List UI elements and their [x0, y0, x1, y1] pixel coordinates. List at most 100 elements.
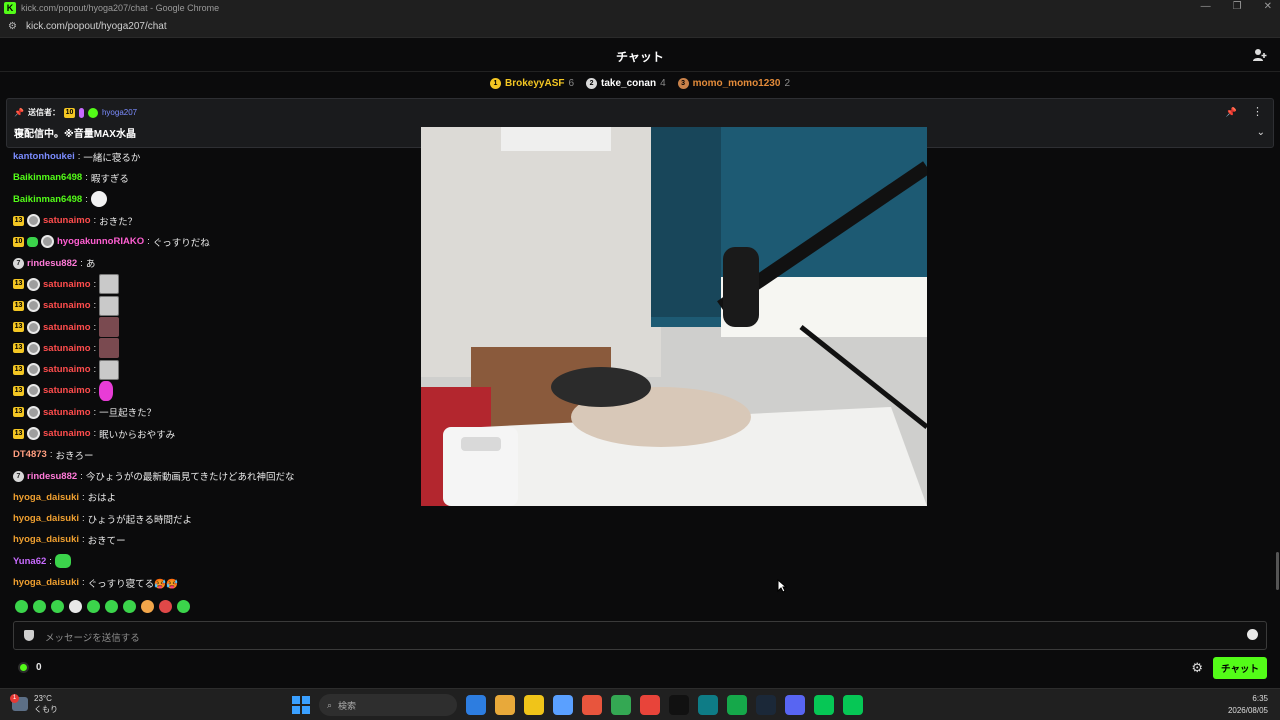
chat-message: 13 satunaimo: おきた？	[13, 210, 413, 231]
chat-separator: :	[93, 428, 97, 439]
chat-username[interactable]: hyoga_daisuki	[13, 534, 79, 545]
taskbar-app-icon[interactable]	[524, 695, 544, 715]
taskbar-app-icon[interactable]	[466, 695, 486, 715]
channel-points[interactable]: 0	[18, 662, 42, 673]
quick-emote[interactable]	[87, 600, 100, 613]
chat-username[interactable]: DT4873	[13, 449, 47, 460]
chat-separator: :	[147, 236, 150, 248]
quick-emote[interactable]	[105, 600, 118, 613]
quick-emote[interactable]	[69, 600, 82, 613]
quick-emote[interactable]	[123, 600, 136, 613]
emoji-picker-icon[interactable]	[1247, 629, 1258, 640]
system-clock[interactable]: 6:35 2026/08/05	[1228, 693, 1268, 717]
chat-username[interactable]: Yuna62	[13, 556, 46, 567]
taskbar-app-icon[interactable]	[640, 695, 660, 715]
leaderboard-entry[interactable]: 1 BrokeyyASF 6	[490, 77, 574, 89]
quick-emote[interactable]	[177, 600, 190, 613]
taskbar-app-icon[interactable]	[495, 695, 515, 715]
taskbar-app-icon[interactable]	[814, 695, 834, 715]
user-avatar-badge	[27, 214, 40, 228]
chevron-down-icon[interactable]: ⌄	[1257, 127, 1265, 138]
sub-badge: 7	[13, 257, 24, 269]
leader-name[interactable]: BrokeyyASF	[505, 78, 564, 89]
taskbar-app-icon[interactable]	[698, 695, 718, 715]
pinned-username[interactable]: hyoga207	[102, 108, 137, 117]
leader-name[interactable]: momo_momo1230	[693, 78, 781, 89]
quick-emote[interactable]	[51, 600, 64, 613]
chat-username[interactable]: satunaimo	[43, 407, 91, 418]
shield-icon[interactable]	[24, 630, 34, 641]
chat-username[interactable]: satunaimo	[43, 364, 91, 375]
chat-message: Yuna62:	[13, 551, 413, 572]
chat-message: Baikinman6498: 暇すぎる	[13, 167, 413, 188]
taskbar-app-icon[interactable]	[582, 695, 602, 715]
chat-emote	[99, 317, 120, 338]
taskbar-app-icon[interactable]	[785, 695, 805, 715]
leader-name[interactable]: take_conan	[601, 78, 656, 89]
quick-emote[interactable]	[141, 600, 154, 613]
chat-username[interactable]: satunaimo	[43, 428, 91, 439]
weather-condition: くもり	[34, 705, 58, 714]
stream-video-overlay[interactable]	[421, 127, 927, 506]
chat-username[interactable]: hyoga_daisuki	[13, 492, 79, 503]
maximize-icon[interactable]: ❐	[1233, 1, 1242, 12]
chat-scrollbar[interactable]	[1276, 552, 1279, 590]
chat-username[interactable]: rindesu882	[27, 258, 77, 269]
user-avatar-badge	[27, 299, 40, 313]
taskbar-search[interactable]: ⌕ 検索	[319, 694, 457, 716]
quick-emote[interactable]	[33, 600, 46, 613]
chat-username[interactable]: satunaimo	[43, 279, 91, 290]
more-options-icon[interactable]: ⋮	[1252, 105, 1263, 118]
clock-time: 6:35	[1252, 694, 1268, 703]
chat-username[interactable]: satunaimo	[43, 343, 91, 354]
taskbar-app-icon[interactable]	[553, 695, 573, 715]
chat-input[interactable]: メッセージを送信する	[13, 621, 1267, 650]
chat-username[interactable]: satunaimo	[43, 385, 91, 396]
chat-username[interactable]: hyoga_daisuki	[13, 513, 79, 524]
chat-input-placeholder[interactable]: メッセージを送信する	[45, 630, 140, 644]
unpin-icon[interactable]: 📌	[1226, 107, 1237, 118]
points-icon	[18, 662, 29, 673]
chat-settings-gear-icon[interactable]: ⚙	[1191, 660, 1203, 676]
sub-badge: 13	[13, 428, 24, 439]
address-bar[interactable]: ⚙ kick.com/popout/hyoga207/chat	[0, 16, 1280, 38]
chat-username[interactable]: hyoga_daisuki	[13, 577, 79, 588]
chat-username[interactable]: satunaimo	[43, 300, 91, 311]
chat-text: ぐっすりだね	[152, 237, 210, 249]
taskbar-app-icon[interactable]	[727, 695, 747, 715]
quick-emote[interactable]	[159, 600, 172, 613]
weather-widget[interactable]: 1 23°C くもり	[10, 693, 58, 715]
close-icon[interactable]: ✕	[1264, 1, 1272, 12]
chat-message: 13 satunaimo: 一旦起きた？	[13, 402, 413, 423]
quick-emote[interactable]	[15, 600, 28, 613]
chat-username[interactable]: satunaimo	[43, 322, 91, 333]
kick-favicon-icon: K	[4, 2, 16, 14]
chat-username[interactable]: Baikinman6498	[13, 194, 82, 205]
chat-username[interactable]: satunaimo	[43, 215, 91, 226]
taskbar-app-icon[interactable]	[756, 695, 776, 715]
weather-cloud-icon: 1	[10, 694, 28, 711]
minimize-icon[interactable]: —	[1201, 1, 1211, 12]
taskbar-app-icon[interactable]	[843, 695, 863, 715]
chat-text: おきた？	[99, 216, 138, 228]
send-chat-button[interactable]: チャット	[1213, 657, 1267, 679]
url-text[interactable]: kick.com/popout/hyoga207/chat	[26, 21, 167, 32]
leaderboard-entry[interactable]: 3 momo_momo1230 2	[677, 77, 790, 89]
taskbar-app-icon[interactable]	[669, 695, 689, 715]
window-title: kick.com/popout/hyoga207/chat - Google C…	[21, 3, 220, 13]
chat-username[interactable]: hyogakunnoRIAKO	[57, 236, 144, 247]
taskbar-app-icon[interactable]	[611, 695, 631, 715]
gift-leaderboard: 1 BrokeyyASF 6 2 take_conan 4 3 momo_momo1230 2	[0, 72, 1280, 94]
site-settings-icon[interactable]: ⚙	[8, 21, 20, 32]
emote-quick-bar	[15, 600, 190, 613]
chat-username[interactable]: rindesu882	[27, 471, 77, 482]
windows-start-icon[interactable]	[292, 696, 310, 714]
users-icon[interactable]	[1252, 47, 1268, 63]
chat-emote	[99, 359, 120, 380]
chat-title: チャット	[616, 50, 664, 64]
chat-username[interactable]: kantonhoukei	[13, 151, 75, 162]
chat-username[interactable]: Baikinman6498	[13, 172, 82, 183]
chat-message: 13 satunaimo:	[13, 295, 413, 316]
leaderboard-entry[interactable]: 2 take_conan 4	[586, 77, 666, 89]
chat-message-list: kantonhoukei: 一緒に寝るか Baikinman6498: 暇すぎる Bai…	[13, 146, 413, 593]
